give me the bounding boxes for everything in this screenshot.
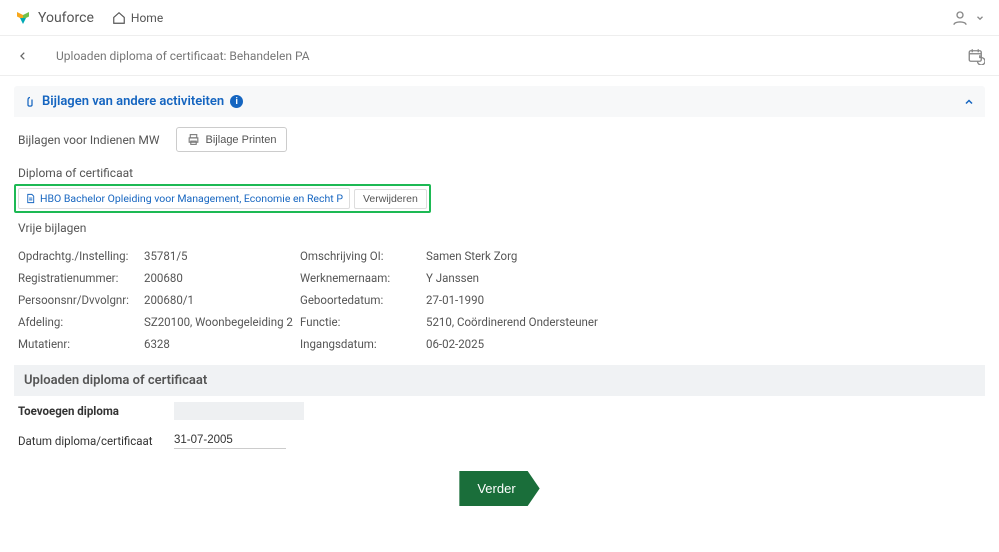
remove-button[interactable]: Verwijderen: [354, 189, 427, 209]
vrije-label: Vrije bijlagen: [14, 213, 985, 239]
back-button[interactable]: [14, 48, 32, 64]
section-header-title: Bijlagen van andere activiteiten i: [24, 94, 243, 109]
attach-row: Bijlagen voor Indienen MW Bijlage Printe…: [14, 117, 985, 158]
top-bar: Youforce Home: [0, 0, 999, 36]
top-left: Youforce Home: [14, 9, 163, 27]
home-label: Home: [131, 11, 163, 25]
detail-label: Functie:: [300, 315, 420, 329]
document-icon: [25, 192, 36, 205]
detail-value: 200680: [144, 271, 294, 285]
info-icon[interactable]: i: [230, 95, 243, 108]
sub-left: Uploaden diploma of certificaat: Behande…: [14, 48, 310, 64]
detail-value: Samen Sterk Zorg: [426, 249, 626, 263]
detail-value: 35781/5: [144, 249, 294, 263]
user-menu[interactable]: [951, 9, 985, 27]
toevoegen-label: Toevoegen diploma: [18, 404, 174, 418]
section-title-text: Bijlagen van andere activiteiten: [42, 94, 224, 109]
detail-value: 6328: [144, 337, 294, 351]
details-grid: Opdrachtg./Instelling: 35781/5 Omschrijv…: [14, 239, 985, 365]
toevoegen-placeholder: [174, 402, 304, 420]
detail-value: Y Janssen: [426, 271, 626, 285]
attach-label: Bijlagen voor Indienen MW: [18, 133, 160, 147]
detail-value: 27-01-1990: [426, 293, 626, 307]
detail-value: 5210, Coördinerend Ondersteuner: [426, 315, 626, 329]
history-button[interactable]: [967, 47, 985, 65]
print-icon: [187, 133, 200, 146]
detail-label: Registratienummer:: [18, 271, 138, 285]
logo[interactable]: Youforce: [14, 9, 94, 27]
datum-input[interactable]: [174, 432, 286, 449]
chevron-up-icon: [963, 96, 975, 108]
file-chip: HBO Bachelor Opleiding voor Management, …: [18, 188, 350, 209]
detail-value: 200680/1: [144, 293, 294, 307]
detail-label: Werknemernaam:: [300, 271, 420, 285]
detail-label: Afdeling:: [18, 315, 138, 329]
detail-label: Mutatienr:: [18, 337, 138, 351]
detail-label: Persoonsnr/Dvvolgnr:: [18, 293, 138, 307]
chevron-left-icon: [18, 50, 28, 62]
chevron-down-icon: [975, 13, 985, 23]
calendar-clock-icon: [967, 47, 985, 65]
datum-label: Datum diploma/certificaat: [18, 434, 174, 448]
home-icon: [112, 11, 126, 25]
paperclip-icon: [24, 95, 36, 109]
print-button[interactable]: Bijlage Printen: [176, 127, 288, 152]
file-link[interactable]: HBO Bachelor Opleiding voor Management, …: [40, 192, 343, 205]
detail-label: Ingangsdatum:: [300, 337, 420, 351]
action-row: Verder: [14, 455, 985, 522]
detail-label: Opdrachtg./Instelling:: [18, 249, 138, 263]
detail-label: Geboortedatum:: [300, 293, 420, 307]
logo-icon: [14, 9, 32, 27]
file-attachment: HBO Bachelor Opleiding voor Management, …: [14, 184, 431, 213]
page-title: Uploaden diploma of certificaat: Behande…: [56, 49, 310, 63]
detail-value: 06-02-2025: [426, 337, 626, 351]
section-header[interactable]: Bijlagen van andere activiteiten i: [14, 86, 985, 117]
upload-section-header: Uploaden diploma of certificaat: [14, 365, 985, 396]
diploma-label: Diploma of certificaat: [14, 158, 985, 184]
collapse-button[interactable]: [963, 96, 975, 108]
toevoegen-row: Toevoegen diploma: [14, 396, 985, 426]
detail-value: SZ20100, Woonbegeleiding 2: [144, 315, 294, 329]
home-link[interactable]: Home: [112, 11, 163, 25]
user-icon: [951, 9, 969, 27]
print-label: Bijlage Printen: [206, 134, 277, 146]
content: Bijlagen van andere activiteiten i Bijla…: [0, 76, 999, 532]
sub-bar: Uploaden diploma of certificaat: Behande…: [0, 36, 999, 76]
detail-label: Omschrijving OI:: [300, 249, 420, 263]
datum-row: Datum diploma/certificaat: [14, 426, 985, 455]
proceed-button[interactable]: Verder: [459, 471, 539, 506]
brand-text: Youforce: [38, 10, 94, 26]
